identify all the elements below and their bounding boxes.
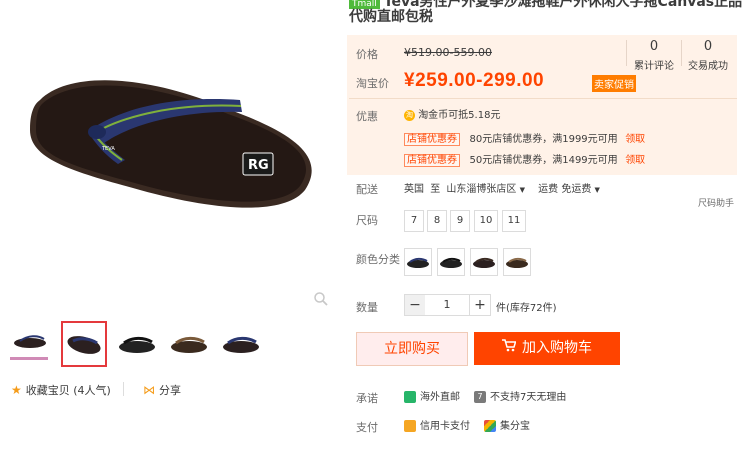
no-return-icon: 7 — [474, 391, 486, 403]
color-option-1[interactable] — [404, 248, 432, 276]
claim-coupon-link[interactable]: 领取 — [625, 155, 645, 166]
shipping-label: 配送 — [356, 183, 378, 196]
thumbnail-2[interactable] — [61, 321, 107, 367]
coin-icon: 淘 — [404, 109, 415, 121]
quantity-label: 数量 — [356, 301, 378, 314]
claim-coupon-link[interactable]: 领取 — [625, 134, 645, 145]
original-price-label: 价格 — [356, 48, 378, 61]
quantity-decrease-button[interactable]: − — [404, 294, 426, 316]
promise-item-1: 海外直邮 — [404, 388, 460, 403]
share-icon: ⋈ — [143, 383, 155, 397]
color-option-2[interactable] — [437, 248, 465, 276]
thumbnail-4[interactable] — [166, 321, 212, 367]
discount-label: 优惠 — [356, 110, 378, 123]
payment-item-1: 信用卡支付 — [404, 417, 470, 432]
size-helper-link[interactable]: 尺码助手 — [698, 196, 734, 209]
ship-destination-select[interactable]: 山东淄博张店区 ▼ — [446, 184, 525, 195]
sales-count: 0 — [703, 39, 713, 54]
coupon-row-1: 店铺优惠券 80元店铺优惠券，满1999元可用 领取 — [404, 130, 645, 146]
seller-promo-tag: 卖家促销 — [592, 75, 636, 92]
taobao-price: ¥259.00-299.00 — [404, 70, 545, 91]
chevron-down-icon: ▼ — [519, 186, 525, 194]
favorite-button[interactable]: ★ 收藏宝贝 (4人气) — [11, 382, 111, 398]
payment-item-2: 集分宝 — [484, 417, 530, 432]
payment-label: 支付 — [356, 421, 378, 434]
favorite-label: 收藏宝贝 (4人气) — [25, 384, 111, 397]
reviews-label[interactable]: 累计评论 — [624, 57, 684, 72]
color-option-3[interactable] — [470, 248, 498, 276]
size-option-9[interactable]: 9 — [450, 210, 470, 232]
svg-text:TEVA: TEVA — [101, 146, 115, 152]
shipping-fee[interactable]: 运费 免运费 ▼ — [538, 184, 600, 195]
coupon-tag: 店铺优惠券 — [404, 133, 460, 146]
share-button[interactable]: ⋈ 分享 — [143, 382, 181, 398]
coupon-row-2: 店铺优惠券 50元店铺优惠券，满1499元可用 领取 — [404, 151, 645, 167]
promise-text-1: 海外直邮 — [420, 392, 460, 403]
chevron-down-icon: ▼ — [594, 186, 600, 194]
promise-item-2: 7 不支持7天无理由 — [474, 388, 566, 403]
svg-text:RG: RG — [248, 158, 269, 173]
share-label: 分享 — [159, 384, 181, 397]
size-option-11[interactable]: 11 — [502, 210, 526, 232]
sales-label: 交易成功 — [688, 61, 728, 72]
cart-icon — [502, 332, 517, 365]
thumbnail-5[interactable] — [218, 321, 264, 367]
main-product-image[interactable]: TEVA RG — [0, 0, 345, 315]
stock-text: 件(库存72件) — [496, 303, 557, 314]
coupon-text: 50元店铺优惠券，满1499元可用 — [469, 155, 618, 166]
title-text: Teva男性户外夏季沙滩拖鞋户外休闲人字拖Canvas正品 — [383, 0, 743, 10]
size-option-7[interactable]: 7 — [404, 210, 424, 232]
coin-row: 淘 淘金币可抵5.18元 — [404, 106, 500, 121]
coupon-tag: 店铺优惠券 — [404, 154, 460, 167]
quantity-increase-button[interactable]: + — [469, 294, 491, 316]
size-option-10[interactable]: 10 — [474, 210, 498, 232]
panel-divider — [349, 98, 737, 99]
shipping-row: 英国 至 山东淄博张店区 ▼ 运费 免运费 ▼ — [404, 180, 600, 195]
thumbnail-1[interactable] — [6, 321, 52, 367]
reviews-count[interactable]: 0 — [624, 39, 684, 54]
color-label: 颜色分类 — [356, 253, 400, 266]
buy-now-button[interactable]: 立即购买 — [356, 332, 468, 366]
destination-text: 山东淄博张店区 — [446, 184, 517, 195]
jifenbao-icon — [484, 420, 496, 432]
fee-text: 运费 免运费 — [538, 184, 592, 195]
promise-text-2: 不支持7天无理由 — [490, 392, 567, 403]
add-cart-label: 加入购物车 — [522, 340, 592, 356]
payment-text-1: 信用卡支付 — [420, 421, 470, 432]
promise-label: 承诺 — [356, 392, 378, 405]
color-option-4[interactable] — [503, 248, 531, 276]
divider — [123, 382, 124, 396]
ship-to-word: 至 — [430, 184, 441, 195]
original-price: ¥519.00-559.00 — [404, 46, 492, 59]
coupon-text: 80元店铺优惠券，满1999元可用 — [469, 134, 618, 145]
taobao-price-label: 淘宝价 — [356, 77, 389, 90]
thumbnail-3[interactable] — [114, 321, 160, 367]
zoom-icon[interactable] — [313, 291, 329, 307]
add-to-cart-button[interactable]: 加入购物车 — [474, 332, 620, 365]
size-option-8[interactable]: 8 — [427, 210, 447, 232]
payment-text-2: 集分宝 — [500, 421, 530, 432]
credit-card-icon — [404, 420, 416, 432]
size-label: 尺码 — [356, 214, 378, 227]
product-title-line2: 代购直邮包税 — [349, 9, 433, 25]
star-icon: ★ — [11, 383, 22, 397]
overseas-shipping-icon — [404, 391, 416, 403]
ship-from: 英国 — [404, 184, 424, 195]
quantity-input[interactable]: 1 — [425, 294, 469, 316]
coin-text: 淘金币可抵5.18元 — [418, 110, 501, 121]
